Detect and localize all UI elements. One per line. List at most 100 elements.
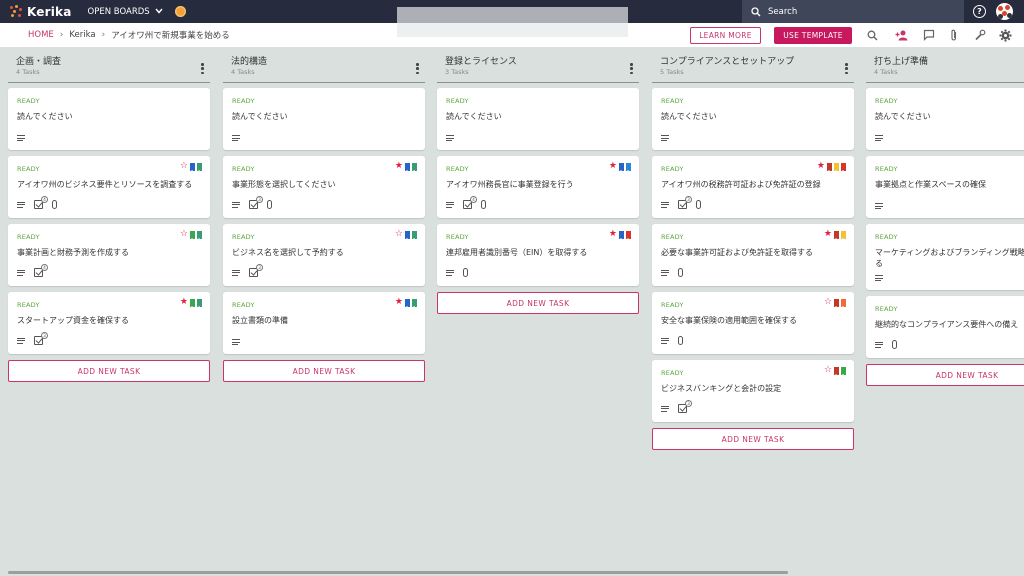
add-new-task-button[interactable]: ADD NEW TASK	[437, 292, 639, 314]
column-menu-icon[interactable]	[201, 63, 204, 74]
chat-icon[interactable]	[922, 28, 936, 42]
task-card[interactable]: READY ビジネス名を選択して予約する ☆ 3	[223, 224, 425, 286]
sun-icon[interactable]	[174, 6, 186, 17]
star-filled-icon[interactable]: ★	[824, 230, 832, 239]
task-card[interactable]: READY スタートアップ資金を確保する ★ 3	[8, 292, 210, 354]
task-card[interactable]: READY アイオワ州の税務許可証および免許証の登録 ★ 3	[652, 156, 854, 218]
task-status: READY	[446, 97, 469, 105]
task-card[interactable]: READY 事業拠点と作業スペースの確保	[866, 156, 1024, 218]
task-card[interactable]: READY マーケティングおよびブランディング戦略を策定する	[866, 224, 1024, 290]
task-status: READY	[446, 165, 469, 173]
column-divider	[223, 82, 425, 83]
star-filled-icon[interactable]: ★	[609, 230, 617, 239]
task-flags: ☆	[395, 230, 417, 240]
column-title[interactable]: 登録とライセンス	[437, 56, 639, 68]
column-divider	[652, 82, 854, 83]
add-new-task-button[interactable]: ADD NEW TASK	[652, 428, 854, 450]
breadcrumb-workspace[interactable]: Kerika	[69, 30, 95, 40]
tag-bookmark-icon	[841, 230, 846, 240]
star-filled-icon[interactable]: ★	[395, 162, 403, 171]
task-card[interactable]: READY 安全な事業保険の適用範囲を確保する ☆	[652, 292, 854, 354]
description-icon	[661, 269, 669, 276]
wrench-icon[interactable]	[973, 28, 987, 42]
kerika-logo-icon	[10, 5, 23, 18]
task-card[interactable]: READY 連邦雇用者識別番号（EIN）を取得する ★	[437, 224, 639, 286]
column-divider	[866, 82, 1024, 83]
open-boards-menu[interactable]: OPEN BOARDS	[88, 7, 163, 17]
help-icon[interactable]: ?	[973, 5, 986, 18]
task-flags: ★	[395, 298, 417, 308]
task-title: 事業計画と財務予測を作成する	[17, 248, 129, 257]
task-status: READY	[875, 165, 898, 173]
use-template-button[interactable]: USE TEMPLATE	[774, 27, 852, 44]
star-outline-icon[interactable]: ☆	[824, 366, 832, 375]
star-filled-icon[interactable]: ★	[180, 298, 188, 307]
star-outline-icon[interactable]: ☆	[180, 230, 188, 239]
breadcrumb-home[interactable]: HOME	[28, 30, 54, 40]
tag-bookmark-icon	[834, 298, 839, 308]
star-outline-icon[interactable]: ☆	[824, 298, 832, 307]
column-menu-icon[interactable]	[630, 63, 633, 74]
attachment-icon	[892, 340, 897, 349]
star-filled-icon[interactable]: ★	[395, 298, 403, 307]
description-icon	[17, 135, 25, 141]
search-placeholder: Search	[768, 6, 798, 17]
task-meta-icons: 3	[17, 332, 48, 345]
task-title: 必要な事業許可証および免許証を取得する	[661, 248, 813, 257]
column-title[interactable]: 打ち上げ準備	[866, 56, 1024, 68]
add-user-icon[interactable]	[895, 28, 909, 42]
add-new-task-button[interactable]: ADD NEW TASK	[866, 364, 1024, 386]
task-card[interactable]: READY 必要な事業許可証および免許証を取得する ★	[652, 224, 854, 286]
task-flags: ★	[824, 230, 846, 240]
checklist-count: 3	[685, 196, 692, 203]
task-card[interactable]: READY 設立書類の準備 ★	[223, 292, 425, 354]
column-title[interactable]: コンプライアンスとセットアップ	[652, 56, 854, 68]
avatar[interactable]	[996, 3, 1013, 20]
task-card[interactable]: READY アイオワ州務長官に事業登録を行う ★ 4	[437, 156, 639, 218]
column-title[interactable]: 法的構造	[223, 56, 425, 68]
task-card[interactable]: READY 読んでください	[437, 88, 639, 150]
description-icon	[875, 203, 883, 209]
description-icon	[875, 135, 883, 141]
task-card[interactable]: READY 事業形態を選択してください ★ 3	[223, 156, 425, 218]
task-flags: ★	[817, 162, 846, 172]
description-icon	[17, 337, 25, 344]
task-card[interactable]: READY ビジネスバンキングと会計の設定 ☆ 3	[652, 360, 854, 422]
kerika-logo[interactable]: Kerika	[10, 5, 72, 19]
tag-bookmark-icon	[412, 298, 417, 308]
search-icon	[751, 6, 761, 16]
star-filled-icon[interactable]: ★	[609, 162, 617, 171]
add-new-task-button[interactable]: ADD NEW TASK	[8, 360, 210, 382]
horizontal-scrollbar[interactable]	[8, 571, 788, 574]
task-flags: ★	[609, 162, 631, 172]
task-card[interactable]: READY 事業計画と財務予測を作成する ☆ 4	[8, 224, 210, 286]
star-outline-icon[interactable]: ☆	[395, 230, 403, 239]
search-input[interactable]: Search	[742, 0, 964, 23]
task-card[interactable]: READY 読んでください	[652, 88, 854, 150]
checklist-count: 3	[256, 196, 263, 203]
checklist-count: 3	[685, 400, 692, 407]
task-card[interactable]: READY 読んでください	[866, 88, 1024, 150]
task-title: 読んでください	[661, 112, 717, 121]
column-title[interactable]: 企画・調査	[8, 56, 210, 68]
column-menu-icon[interactable]	[416, 63, 419, 74]
task-status: READY	[875, 97, 898, 105]
task-meta-icons	[232, 135, 240, 141]
search-icon[interactable]	[865, 28, 879, 42]
task-meta-icons: 3	[232, 196, 272, 209]
attachment-icon[interactable]	[947, 28, 961, 42]
star-filled-icon[interactable]: ★	[817, 162, 825, 171]
task-card[interactable]: READY 読んでください	[223, 88, 425, 150]
task-card[interactable]: READY アイオワ州のビジネス要件とリソースを調査する ☆ 4	[8, 156, 210, 218]
learn-more-button[interactable]: LEARN MORE	[690, 27, 761, 44]
star-outline-icon[interactable]: ☆	[180, 162, 188, 171]
add-new-task-button[interactable]: ADD NEW TASK	[223, 360, 425, 382]
task-status: READY	[232, 301, 255, 309]
task-card[interactable]: READY 継続的なコンプライアンス要件への備え	[866, 296, 1024, 358]
task-list: READY 読んでください READY アイオワ州の税務許可証および免許証の登録 ★ 3 R…	[652, 88, 854, 450]
task-card[interactable]: READY 読んでください	[8, 88, 210, 150]
task-status: READY	[661, 165, 684, 173]
gear-icon[interactable]	[998, 28, 1012, 42]
column-menu-icon[interactable]	[845, 63, 848, 74]
task-status: READY	[232, 97, 255, 105]
